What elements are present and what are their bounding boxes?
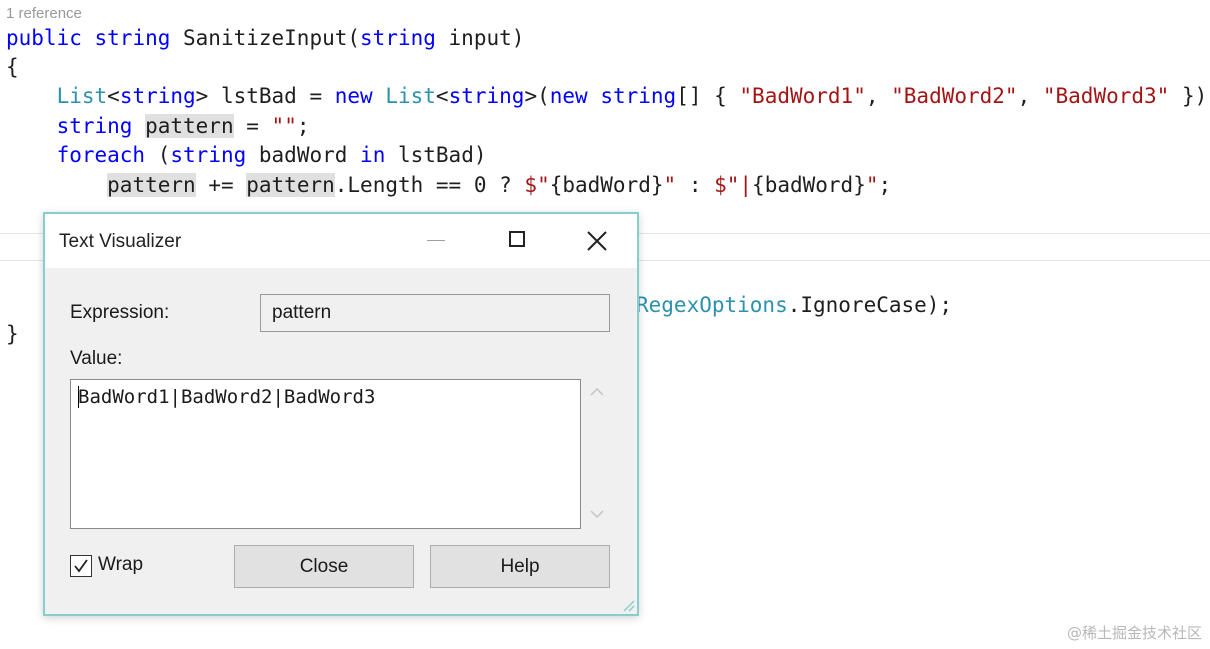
code-text: SanitizeInput( (170, 26, 361, 50)
code-line-8: } (6, 322, 19, 346)
resize-grip-icon[interactable] (619, 596, 635, 612)
code-text: < (107, 84, 120, 108)
minimize-icon (427, 240, 445, 241)
maximize-button[interactable] (485, 214, 549, 268)
code-text: = (233, 114, 272, 138)
string-literal: "" (271, 114, 297, 138)
dialog-titlebar[interactable]: Text Visualizer (45, 214, 637, 268)
value-scrollbar[interactable] (588, 379, 606, 529)
minimize-button[interactable] (405, 214, 469, 268)
codelens-reference-count[interactable]: 1 reference (6, 5, 82, 22)
code-text: input) (435, 26, 525, 50)
keyword: string (170, 143, 247, 167)
dialog-title: Text Visualizer (59, 231, 182, 252)
code-text: .Length == 0 ? (334, 173, 525, 197)
value-text: BadWord1|BadWord2|BadWord3 (78, 386, 376, 408)
string-literal: " (663, 173, 677, 197)
code-text: < (435, 84, 449, 108)
keyword: string (56, 114, 133, 138)
keyword: string (448, 84, 525, 108)
code-text: : (676, 173, 715, 197)
interpolation: {badWord} (549, 173, 664, 197)
maximize-icon (509, 231, 525, 247)
keyword: string (600, 84, 677, 108)
code-line-7-visible-tail: RegexOptions.IgnoreCase); (636, 291, 952, 319)
code-text: , (865, 84, 892, 108)
code-line-2: { (6, 55, 19, 79)
string-literal: $"| (714, 173, 753, 197)
wrap-checkbox[interactable] (70, 555, 92, 577)
code-text: }); (1181, 84, 1210, 108)
keyword: new (549, 84, 588, 108)
code-line-5: foreach (string badWord in lstBad) (6, 141, 487, 169)
close-button[interactable]: Close (234, 545, 414, 588)
code-line-3: List<string> lstBad = new List<string>(n… (6, 82, 1210, 110)
keyword: foreach (56, 143, 146, 167)
keyword: new (334, 84, 373, 108)
highlighted-reference[interactable]: pattern (145, 114, 234, 138)
interpolation: {badWord} (752, 173, 866, 197)
type-name: List (385, 84, 436, 108)
code-text: >( (524, 84, 550, 108)
expression-label: Expression: (70, 302, 170, 323)
keyword: string (119, 84, 196, 108)
string-literal: $" (524, 173, 550, 197)
value-textarea[interactable]: BadWord1|BadWord2|BadWord3 (70, 379, 581, 529)
text-visualizer-dialog[interactable]: Text Visualizer Expression: pattern Valu… (43, 212, 639, 616)
close-window-button[interactable] (565, 214, 629, 268)
code-text: .IgnoreCase); (787, 293, 953, 317)
help-button[interactable]: Help (430, 545, 610, 588)
string-literal: " (865, 173, 879, 197)
type-name: List (56, 84, 108, 108)
code-text: badWord (246, 143, 361, 167)
code-line-1: public string SanitizeInput(string input… (6, 24, 524, 52)
code-text: [] { (676, 84, 740, 108)
chevron-up-icon[interactable] (590, 387, 604, 397)
value-label: Value: (70, 348, 123, 369)
watermark: @稀土掘金技术社区 (1066, 624, 1202, 642)
string-literal: "BadWord2" (891, 84, 1018, 108)
expression-field[interactable]: pattern (260, 294, 610, 332)
keyword: public (6, 26, 82, 50)
highlighted-reference[interactable]: pattern (107, 173, 196, 197)
close-icon (587, 231, 607, 251)
text-caret (78, 386, 79, 408)
keyword: string (360, 26, 436, 50)
keyword: string (94, 26, 171, 50)
chevron-down-icon[interactable] (590, 509, 604, 519)
string-literal: "BadWord1" (739, 84, 866, 108)
code-text: += (195, 173, 247, 197)
wrap-label[interactable]: Wrap (98, 554, 143, 576)
keyword: in (360, 143, 386, 167)
code-line-6: pattern += pattern.Length == 0 ? $"{badW… (6, 171, 891, 199)
code-text: lstBad) (385, 143, 487, 167)
code-text: ( (145, 143, 171, 167)
code-text: > lstBad = (195, 84, 335, 108)
code-line-4: string pattern = ""; (6, 112, 310, 140)
code-text: ; (878, 173, 892, 197)
checkmark-icon (74, 559, 88, 573)
string-literal: "BadWord3" (1042, 84, 1170, 108)
highlighted-reference[interactable]: pattern (246, 173, 335, 197)
code-text: ; (296, 114, 310, 138)
type-name: RegexOptions (636, 293, 788, 317)
code-text: , (1017, 84, 1043, 108)
